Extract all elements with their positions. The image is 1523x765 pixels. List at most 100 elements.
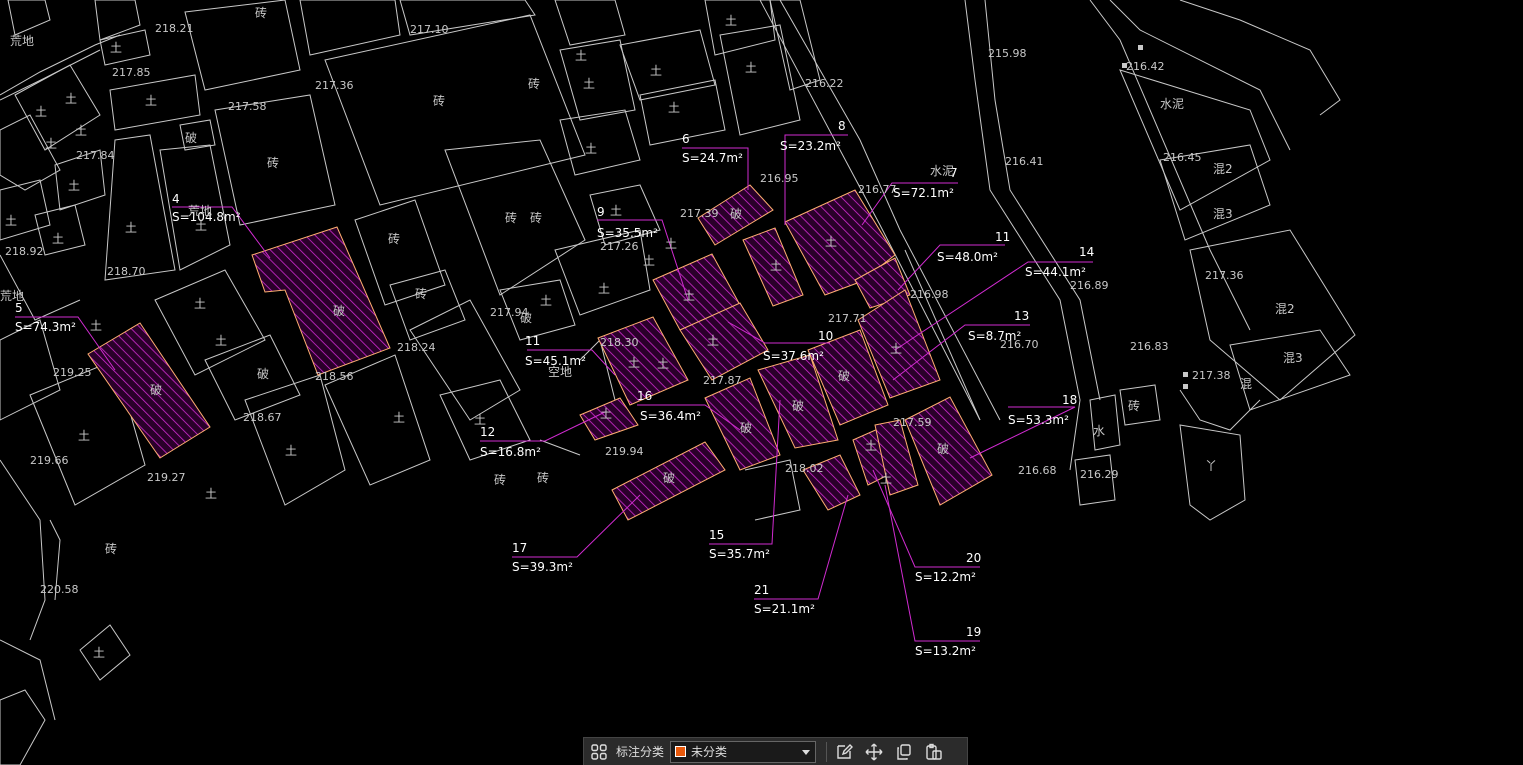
control-point-marker <box>1122 63 1127 68</box>
elevation-label: 218.56 <box>315 370 354 383</box>
parcel-label-id: 15 <box>709 528 724 542</box>
elevation-label: 215.98 <box>988 47 1027 60</box>
edit-icon <box>837 743 854 759</box>
elevation-label: 218.70 <box>107 265 146 278</box>
parcel-label-id: 20 <box>966 551 981 565</box>
material-mark: 土 <box>707 334 719 348</box>
elevation-label: 218.02 <box>785 462 824 475</box>
material-mark: 土 <box>90 319 102 333</box>
material-mark: 土 <box>745 61 757 75</box>
parcel-label-area: S=44.1m² <box>1025 265 1086 279</box>
material-mark: 荒地 <box>188 204 212 218</box>
material-mark: 土 <box>657 357 669 371</box>
material-mark: 土 <box>725 14 737 28</box>
material-mark: 土 <box>683 289 695 303</box>
parcel-label-id: 8 <box>838 119 846 133</box>
edit-button[interactable] <box>829 739 859 765</box>
elevation-label: 217.87 <box>703 374 742 387</box>
material-mark: 破 <box>792 398 804 413</box>
elevation-label: 216.22 <box>805 77 844 90</box>
elevation-label: 217.58 <box>228 100 267 113</box>
paste-button[interactable] <box>919 739 949 765</box>
cad-drawing-canvas[interactable]: 4 S=104.8m² 5 S=74.3m² 6 S=24.7m² 8 S=23… <box>0 0 1523 765</box>
paste-icon <box>926 743 942 760</box>
material-mark: 水泥 <box>1160 97 1184 111</box>
material-mark: 土 <box>78 429 90 443</box>
toolbar-separator <box>826 741 828 762</box>
elevation-label: 219.27 <box>147 471 186 484</box>
category-select[interactable]: 未分类 <box>670 740 817 763</box>
material-mark: 混3 <box>1213 207 1233 221</box>
material-mark: 破 <box>257 366 269 381</box>
parcel-5[interactable] <box>87 322 211 459</box>
material-mark: 土 <box>194 297 206 311</box>
material-mark: 砖 <box>1128 398 1140 413</box>
material-mark: 土 <box>665 237 677 251</box>
elevation-label: 220.58 <box>40 583 79 596</box>
move-button[interactable] <box>859 739 889 765</box>
annotation-toolbar: 标注分类 未分类 <box>583 737 968 765</box>
elevation-label: 216.83 <box>1130 340 1169 353</box>
parcel-label-id: 14 <box>1079 245 1094 259</box>
material-mark: 土 <box>35 105 47 119</box>
chevron-down-icon <box>802 749 811 755</box>
elevation-label: 218.21 <box>155 22 194 35</box>
parcel-label-id: 21 <box>754 583 769 597</box>
parcel-label-id: 18 <box>1062 393 1077 407</box>
material-mark: 砖 <box>433 93 445 108</box>
move-icon <box>865 743 883 760</box>
parcel-label-id: 11 <box>525 334 540 348</box>
parcel-label-area: S=39.3m² <box>512 560 573 574</box>
material-mark: 水泥 <box>930 164 954 178</box>
material-mark: 土 <box>393 411 405 425</box>
material-mark: 破 <box>185 130 197 145</box>
grid-button[interactable] <box>584 739 614 765</box>
material-mark: 水 <box>1093 424 1105 438</box>
material-mark: 破 <box>333 303 345 318</box>
material-mark: 土 <box>75 124 87 138</box>
material-mark: 土 <box>93 646 105 660</box>
material-mark: 砖 <box>537 470 549 485</box>
material-mark: 破 <box>150 382 162 397</box>
material-mark: 空地 <box>548 365 572 379</box>
material-mark: 砖 <box>388 231 400 246</box>
category-selected-value: 未分类 <box>691 745 728 759</box>
elevation-label: 218.92 <box>5 245 44 258</box>
material-mark: 土 <box>880 472 892 486</box>
elevation-label: 217.39 <box>680 207 719 220</box>
elevation-label: 217.85 <box>112 66 151 79</box>
control-point-marker <box>1183 372 1188 377</box>
elevation-label: 217.84 <box>76 149 115 162</box>
parcel-label-area: S=12.2m² <box>915 570 976 584</box>
elevation-label: 216.95 <box>760 172 799 185</box>
parcel-label-area: S=24.7m² <box>682 151 743 165</box>
parcel-label-id: 11 <box>995 230 1010 244</box>
copy-button[interactable] <box>889 739 919 765</box>
category-color-swatch <box>675 746 687 757</box>
parcel-label-area: S=21.1m² <box>754 602 815 616</box>
control-point-marker <box>1183 384 1188 389</box>
material-mark: 混3 <box>1283 351 1303 365</box>
elevation-label: 217.36 <box>1205 269 1244 282</box>
elevation-label: 216.41 <box>1005 155 1044 168</box>
material-mark: 土 <box>215 334 227 348</box>
material-mark: 土 <box>145 94 157 108</box>
material-mark: 土 <box>610 204 622 218</box>
parcel-label-id: 5 <box>15 301 23 315</box>
elevation-label: 218.67 <box>243 411 282 424</box>
material-mark: 破 <box>740 420 752 435</box>
parcel-label-id: 12 <box>480 425 495 439</box>
elevation-label: 216.29 <box>1080 468 1119 481</box>
material-mark: 土 <box>650 64 662 78</box>
parcel-4[interactable] <box>251 226 391 376</box>
parcel-label-area: S=37.6m² <box>763 349 824 363</box>
material-mark: 土 <box>65 92 77 106</box>
parcel-label-id: 19 <box>966 625 981 639</box>
material-mark: 破 <box>937 441 949 456</box>
material-mark: 土 <box>825 235 837 249</box>
elevation-label: 217.36 <box>315 79 354 92</box>
elevation-label: 218.24 <box>397 341 436 354</box>
material-mark: 破 <box>730 206 742 221</box>
material-mark: 土 <box>585 142 597 156</box>
material-mark: 土 <box>68 179 80 193</box>
